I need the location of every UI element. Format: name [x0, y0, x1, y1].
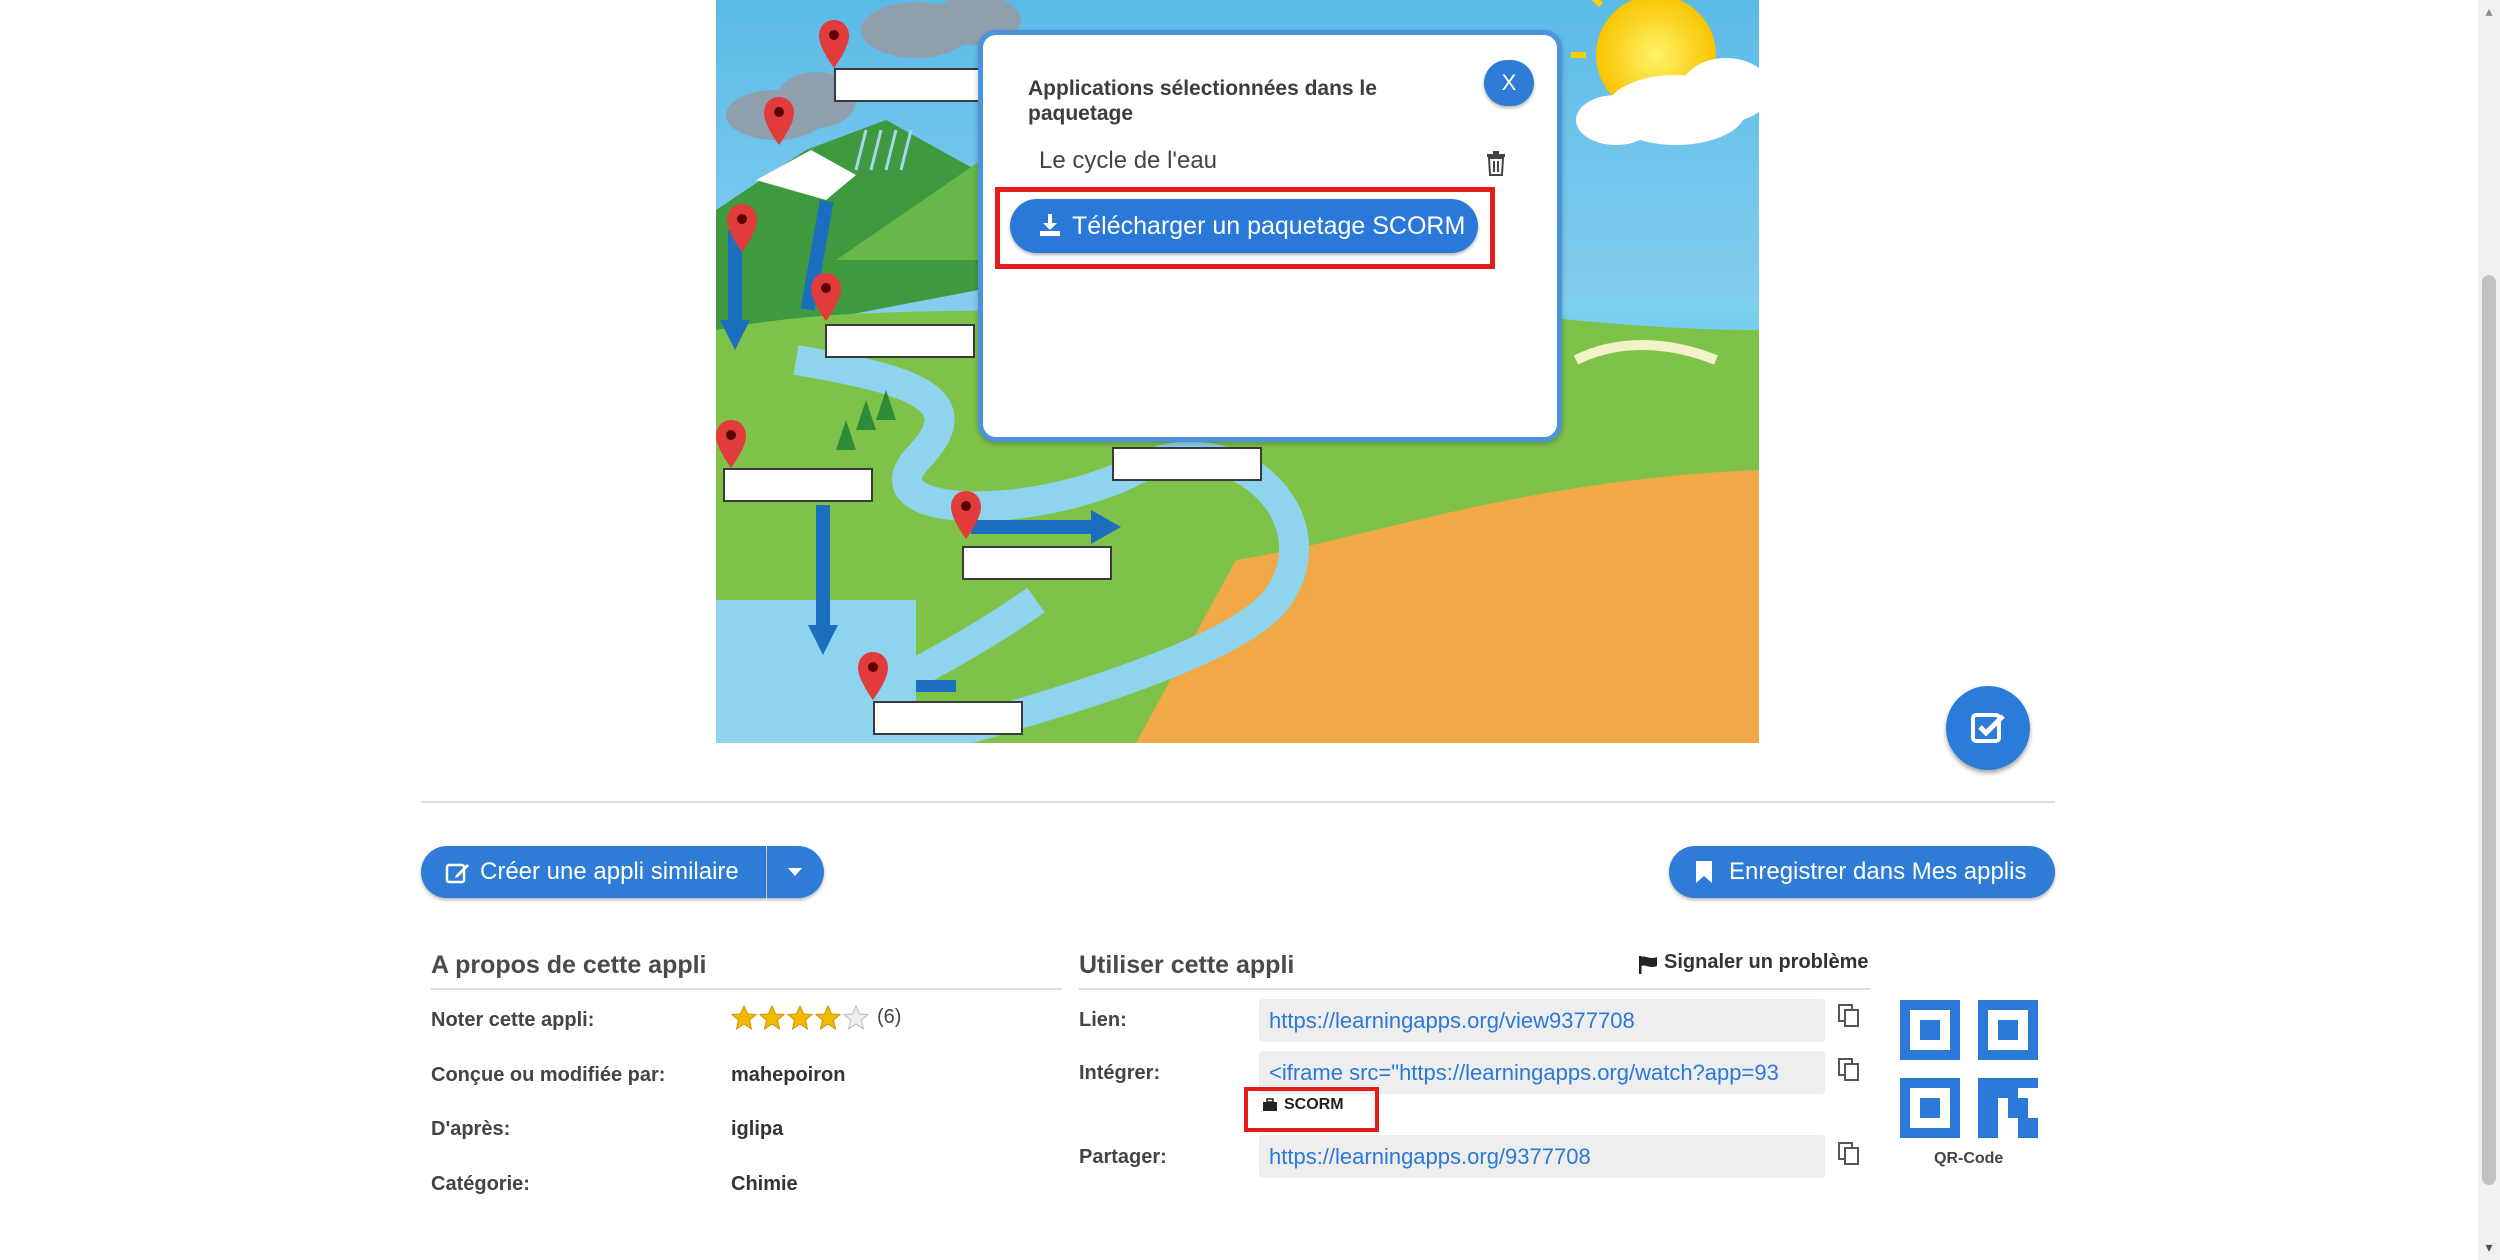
about-section-rule — [431, 988, 1062, 990]
report-problem-link[interactable]: Signaler un problème — [1664, 951, 1868, 974]
download-scorm-button[interactable]: Télécharger un paquetage SCORM — [1010, 199, 1478, 253]
use-section-title: Utiliser cette appli — [1079, 951, 1295, 979]
map-pin-icon[interactable] — [949, 489, 983, 541]
link-value[interactable]: https://learningapps.org/view9377708 — [1269, 1008, 1635, 1034]
category-label: Catégorie: — [431, 1173, 530, 1195]
based-on-label: D'après: — [431, 1118, 511, 1140]
rating-count: (6) — [877, 1006, 902, 1028]
star-filled-icon[interactable] — [759, 1005, 785, 1031]
embed-value[interactable]: <iframe src="https://learningapps.org/wa… — [1269, 1060, 1779, 1086]
qr-code-label: QR-Code — [1934, 1150, 2004, 1167]
embed-label: Intégrer: — [1079, 1062, 1161, 1084]
share-value[interactable]: https://learningapps.org/9377708 — [1269, 1144, 1591, 1170]
map-pin-icon[interactable] — [856, 650, 890, 702]
label-box[interactable] — [834, 68, 984, 102]
scrollbar-thumb[interactable] — [2482, 275, 2496, 1185]
download-scorm-label: Télécharger un paquetage SCORM — [1072, 212, 1466, 240]
label-box[interactable] — [873, 701, 1023, 735]
link-field[interactable]: https://learningapps.org/view9377708 — [1259, 999, 1825, 1042]
label-box[interactable] — [723, 468, 873, 502]
scorm-label: SCORM — [1284, 1096, 1344, 1113]
save-to-my-apps-button[interactable]: Enregistrer dans Mes applis — [1669, 846, 2055, 898]
create-similar-app-button[interactable]: Créer une appli similaire — [421, 846, 766, 898]
label-box[interactable] — [1112, 447, 1262, 481]
copy-icon[interactable] — [1838, 1142, 1860, 1166]
author-label: Conçue ou modifiée par: — [431, 1064, 666, 1086]
create-similar-dropdown-button[interactable] — [767, 846, 824, 898]
selected-app-name: Le cycle de l'eau — [1039, 147, 1218, 174]
map-pin-icon[interactable] — [725, 202, 759, 254]
map-pin-icon[interactable] — [817, 18, 851, 70]
dialog-title: Applications sélectionnées dans le paque… — [1028, 77, 1377, 125]
caret-down-icon — [788, 868, 802, 876]
scroll-down-arrow-icon[interactable]: ▾ — [2482, 1240, 2496, 1254]
scroll-up-arrow-icon[interactable]: ▴ — [2482, 4, 2496, 18]
category-value[interactable]: Chimie — [731, 1173, 798, 1196]
star-filled-icon[interactable] — [731, 1005, 757, 1031]
briefcase-icon — [1263, 1098, 1277, 1111]
check-answers-button[interactable] — [1946, 686, 2030, 770]
about-section-title: A propos de cette appli — [431, 951, 707, 979]
map-pin-icon[interactable] — [762, 95, 796, 147]
edit-check-icon — [1971, 713, 2005, 743]
dialog-close-button[interactable]: X — [1484, 60, 1534, 106]
map-pin-icon[interactable] — [809, 271, 843, 323]
star-empty-icon[interactable] — [843, 1005, 869, 1031]
share-label: Partager: — [1079, 1146, 1167, 1168]
star-filled-icon[interactable] — [815, 1005, 841, 1031]
star-filled-icon[interactable] — [787, 1005, 813, 1031]
download-icon — [1040, 214, 1060, 236]
author-value[interactable]: mahepoiron — [731, 1064, 845, 1087]
label-box[interactable] — [962, 546, 1112, 580]
map-pin-icon[interactable] — [716, 418, 748, 470]
share-field[interactable]: https://learningapps.org/9377708 — [1259, 1135, 1825, 1178]
use-section-rule — [1079, 988, 1871, 990]
section-divider — [421, 801, 2055, 803]
rating-stars[interactable] — [731, 1005, 871, 1033]
rate-label: Noter cette appli: — [431, 1009, 595, 1031]
based-on-value[interactable]: iglipa — [731, 1118, 783, 1141]
trash-icon[interactable] — [1484, 150, 1508, 176]
save-to-my-apps-label: Enregistrer dans Mes applis — [1729, 858, 2027, 885]
copy-icon[interactable] — [1838, 1058, 1860, 1082]
qr-code[interactable] — [1900, 1000, 2038, 1138]
create-similar-label: Créer une appli similaire — [480, 858, 739, 885]
copy-icon[interactable] — [1838, 1004, 1860, 1028]
edit-icon — [445, 863, 469, 884]
flag-icon[interactable] — [1638, 956, 1658, 974]
label-box[interactable] — [825, 324, 975, 358]
link-label: Lien: — [1079, 1009, 1127, 1031]
bookmark-icon — [1696, 861, 1712, 883]
